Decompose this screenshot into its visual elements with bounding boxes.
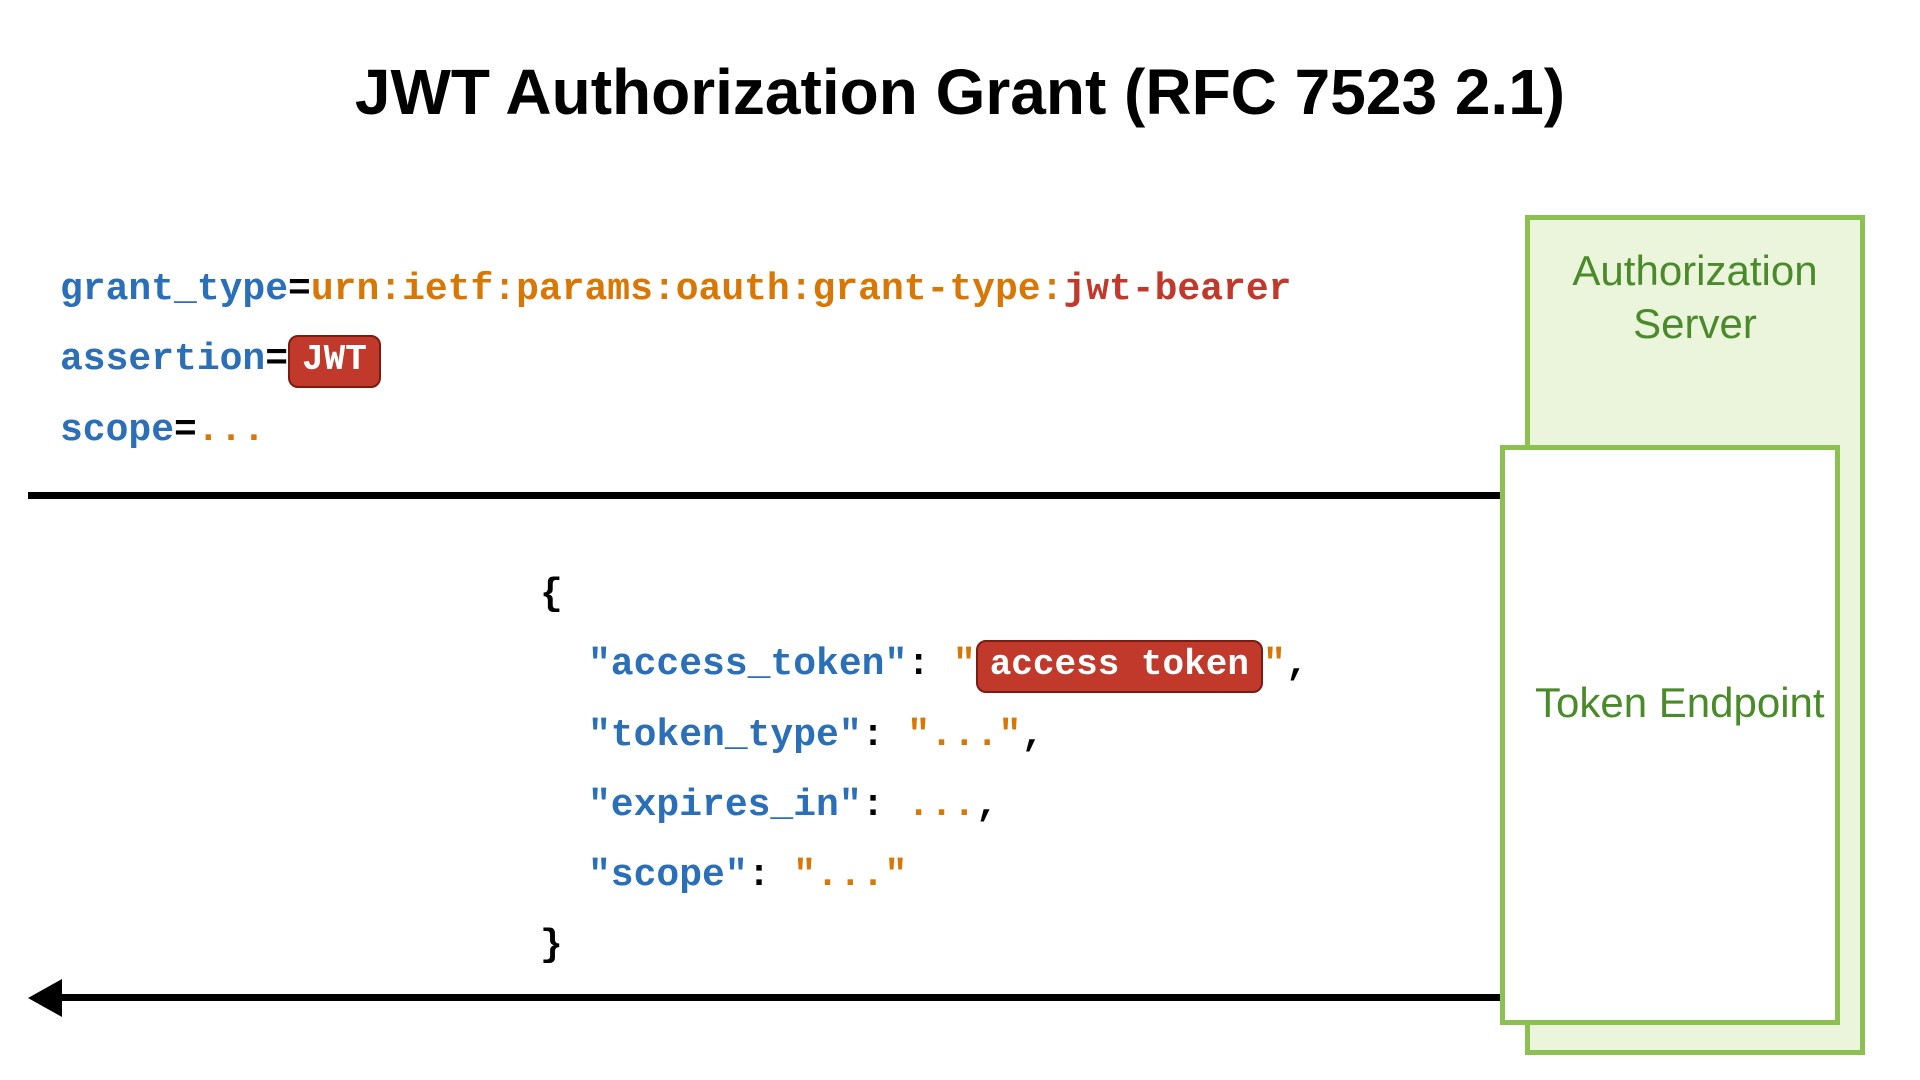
token-endpoint-label: Token Endpoint xyxy=(1535,675,1825,732)
comma: , xyxy=(1286,643,1309,686)
expires-in-key: "expires_in" xyxy=(588,784,862,827)
arrow-shaft xyxy=(58,994,1538,1001)
colon: : xyxy=(862,714,885,757)
request-arrow xyxy=(28,480,1538,520)
jwt-badge: JWT xyxy=(288,335,381,388)
colon: : xyxy=(862,784,885,827)
param-scope: scope=... xyxy=(60,396,1291,466)
grant-type-urn: urn:ietf:params:oauth:grant-type: xyxy=(311,268,1064,311)
param-grant-type: grant_type=urn:ietf:params:oauth:grant-t… xyxy=(60,255,1291,325)
access-token-key: "access_token" xyxy=(588,643,907,686)
expires-in-value: ... xyxy=(907,784,975,827)
param-assertion: assertion=JWT xyxy=(60,325,1291,395)
equals-sign: = xyxy=(288,268,311,311)
arrow-head-left-icon xyxy=(28,979,62,1017)
open-quote: " xyxy=(953,643,976,686)
token-type-value: "..." xyxy=(907,714,1021,757)
response-json: { "access_token": "access token", "token… xyxy=(540,560,1309,982)
token-endpoint-box: Token Endpoint xyxy=(1500,445,1840,1025)
grant-type-jwt-bearer: jwt-bearer xyxy=(1063,268,1291,311)
response-scope-value: "..." xyxy=(793,854,907,897)
scope-value: ... xyxy=(197,409,265,452)
grant-type-key: grant_type xyxy=(60,268,288,311)
assertion-key: assertion xyxy=(60,338,265,381)
token-type-key: "token_type" xyxy=(588,714,862,757)
response-arrow xyxy=(28,982,1538,1022)
request-params: grant_type=urn:ietf:params:oauth:grant-t… xyxy=(60,255,1291,466)
open-brace: { xyxy=(540,573,563,616)
equals-sign: = xyxy=(265,338,288,381)
comma: , xyxy=(1021,714,1044,757)
arrow-shaft xyxy=(28,492,1508,499)
comma: , xyxy=(976,784,999,827)
slide-title: JWT Authorization Grant (RFC 7523 2.1) xyxy=(0,55,1920,129)
scope-key: scope xyxy=(60,409,174,452)
equals-sign: = xyxy=(174,409,197,452)
colon: : xyxy=(907,643,930,686)
access-token-badge: access token xyxy=(976,640,1263,693)
close-quote: " xyxy=(1263,643,1286,686)
response-scope-key: "scope" xyxy=(588,854,748,897)
authorization-server-label: Authorization Server xyxy=(1530,245,1860,350)
colon: : xyxy=(748,854,771,897)
close-brace: } xyxy=(540,924,563,967)
